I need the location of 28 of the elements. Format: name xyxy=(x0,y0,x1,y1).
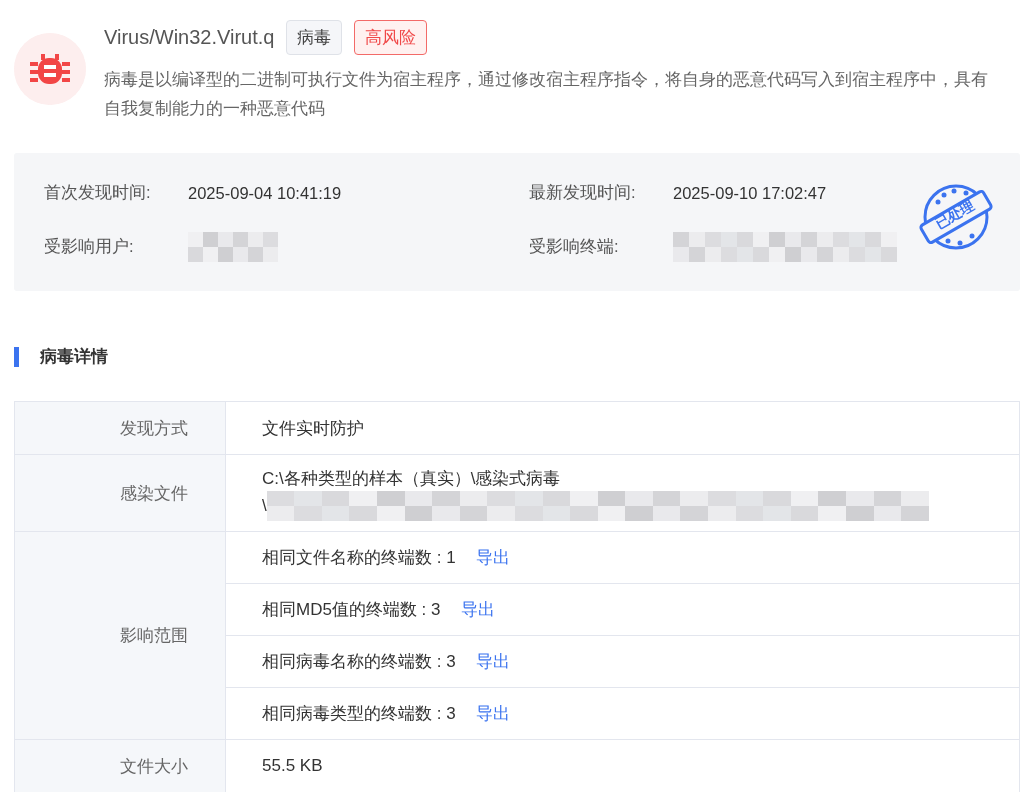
cell-value: 文件实时防护 xyxy=(262,417,365,440)
export-link[interactable]: 导出 xyxy=(475,546,510,569)
cell-value: 55.5 KB xyxy=(262,756,324,776)
count-text: 相同文件名称的终端数 : 1 xyxy=(262,547,456,569)
risk-badge: 高风险 xyxy=(354,20,428,55)
count-text: 相同MD5值的终端数 : 3 xyxy=(262,599,441,621)
file-path: \ xyxy=(262,495,267,517)
file-path: C:\各种类型的样本（真实）\感染式病毒 xyxy=(262,468,562,490)
count-text: 相同病毒类型的终端数 : 3 xyxy=(262,703,456,725)
field-label: 首次发现时间: xyxy=(44,182,152,203)
threat-name: Virus/Win32.Virut.q xyxy=(104,26,275,49)
accent-bar xyxy=(14,347,19,367)
field-label: 受影响终端: xyxy=(529,236,620,257)
row-label: 感染文件 xyxy=(15,455,226,531)
type-badge: 病毒 xyxy=(286,20,343,55)
export-link[interactable]: 导出 xyxy=(460,598,495,621)
section-title: 病毒详情 xyxy=(40,346,108,367)
row-label: 影响范围 xyxy=(15,532,226,739)
row-label: 发现方式 xyxy=(15,402,226,454)
field-value: 2025-09-04 10:41:19 xyxy=(188,183,342,203)
export-link[interactable]: 导出 xyxy=(475,650,510,673)
threat-description: 病毒是以编译型的二进制可执行文件为宿主程序，通过修改宿主程序指令，将自身的恶意代码写入到宿主程序中，具有自我复制能力的一种恶意代码 xyxy=(104,69,989,119)
field-label: 受影响用户: xyxy=(44,236,135,257)
count-text: 相同病毒名称的终端数 : 3 xyxy=(262,651,456,673)
row-label: 文件大小 xyxy=(15,740,226,792)
field-value: 2025-09-10 17:02:47 xyxy=(673,183,827,203)
export-link[interactable]: 导出 xyxy=(475,702,510,725)
field-label: 最新发现时间: xyxy=(529,182,637,203)
